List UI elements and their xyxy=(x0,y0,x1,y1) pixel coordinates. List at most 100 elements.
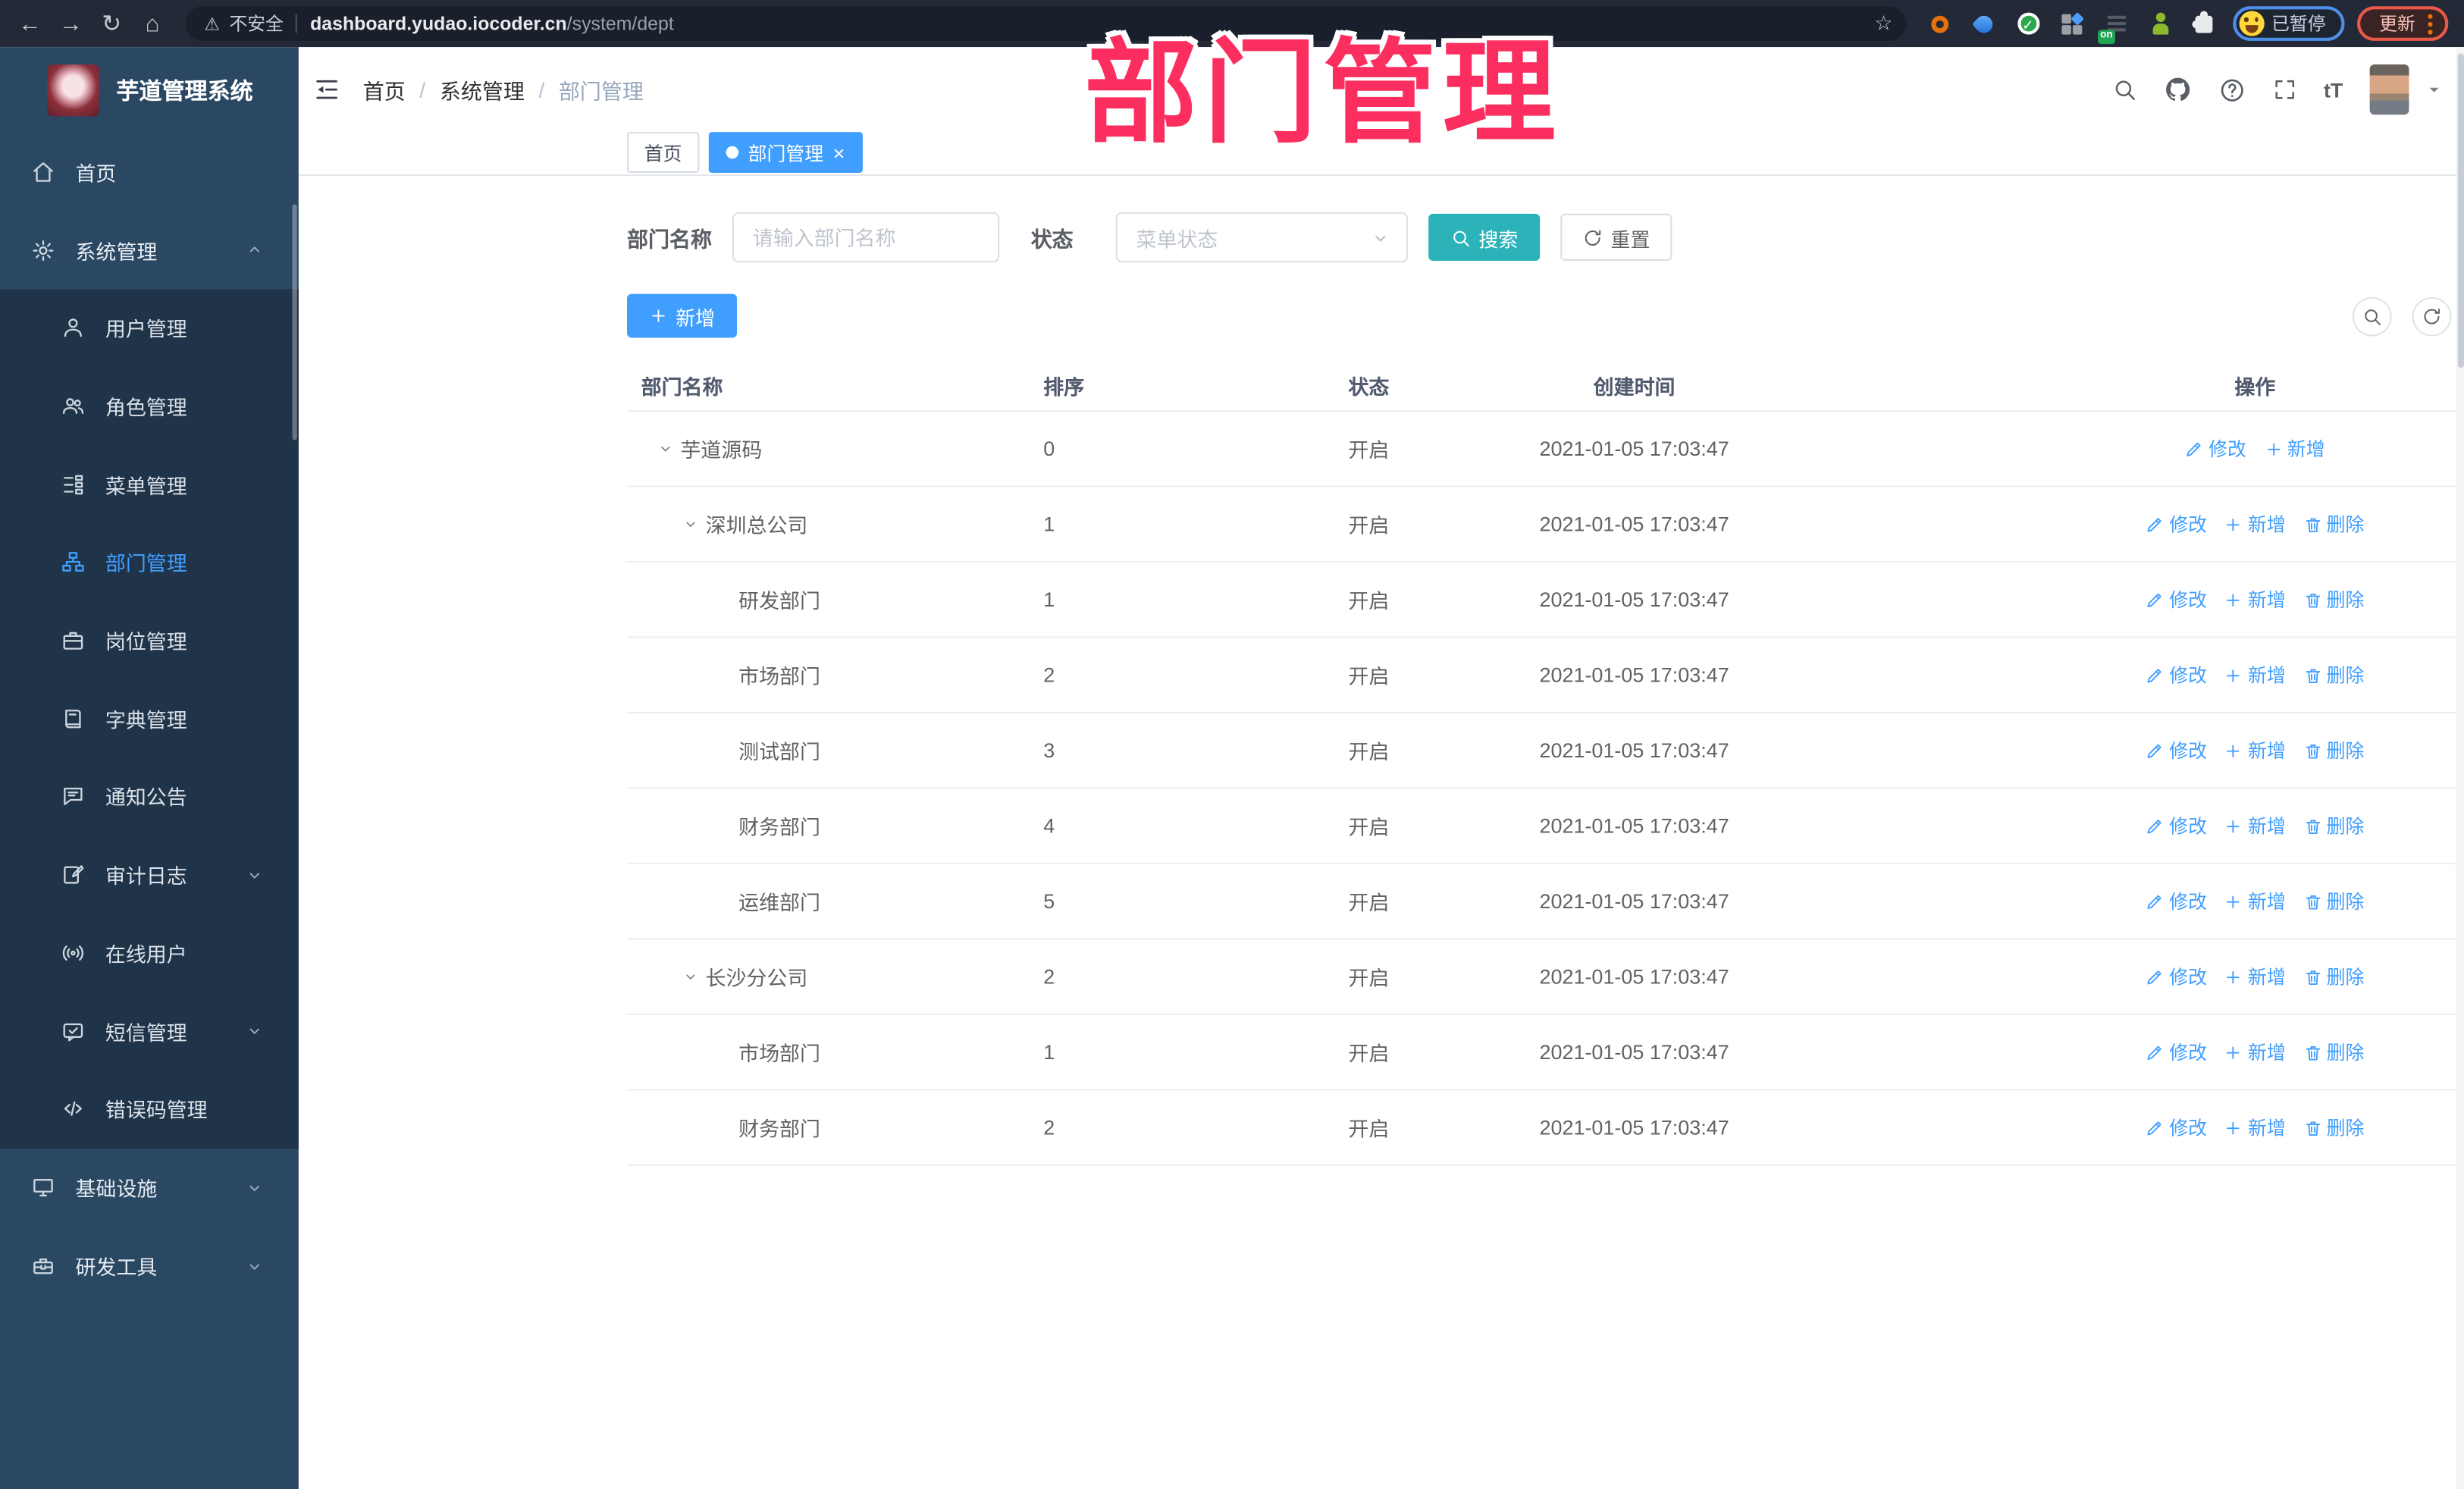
toggle-search-button[interactable] xyxy=(2352,296,2392,336)
app-logo-row[interactable]: 芋道管理系统 xyxy=(0,47,299,132)
extension-check-icon[interactable]: ✓ xyxy=(2012,8,2043,39)
sidebar-item-devtool[interactable]: 研发工具 xyxy=(0,1227,299,1306)
action-delete[interactable]: 删除 xyxy=(2303,586,2364,613)
action-delete[interactable]: 删除 xyxy=(2303,662,2364,688)
main-area: 首页 / 系统管理 / 部门管理 tT 首页 部门管理 × 部门名称 请输入部门… xyxy=(298,47,2464,1489)
kebab-menu-icon[interactable] xyxy=(2428,13,2433,34)
add-button[interactable]: 新增 xyxy=(627,293,738,338)
action-add[interactable]: 新增 xyxy=(2264,435,2325,462)
action-add[interactable]: 新增 xyxy=(2224,586,2286,613)
help-icon[interactable] xyxy=(2218,77,2245,103)
breadcrumb-system[interactable]: 系统管理 xyxy=(440,74,525,105)
breadcrumb-home[interactable]: 首页 xyxy=(363,74,406,105)
page-scrollbar[interactable] xyxy=(2456,47,2464,1489)
tab-home[interactable]: 首页 xyxy=(627,132,700,173)
sidebar-item-user[interactable]: 用户管理 xyxy=(0,289,299,368)
search-button[interactable]: 搜索 xyxy=(1428,213,1541,262)
extensions-puzzle-icon[interactable] xyxy=(2188,8,2219,39)
action-delete[interactable]: 删除 xyxy=(2303,737,2364,763)
sidebar-item-menu[interactable]: 菜单管理 xyxy=(0,445,299,524)
reset-button[interactable]: 重置 xyxy=(1560,213,1672,262)
browser-home-icon[interactable]: ⌂ xyxy=(138,12,166,36)
url-bar[interactable]: ⚠ 不安全 dashboard.yudao.iocoder.cn/system/… xyxy=(185,6,1906,41)
action-add[interactable]: 新增 xyxy=(2224,1039,2286,1065)
sidebar-item-sms[interactable]: 短信管理 xyxy=(0,992,299,1071)
sidebar-item-role[interactable]: 角色管理 xyxy=(0,367,299,446)
dept-name-input[interactable] xyxy=(732,212,1000,263)
status-cell: 开启 xyxy=(1348,966,1390,990)
sidebar-item-notice[interactable]: 通知公告 xyxy=(0,757,299,836)
forward-icon[interactable]: → xyxy=(57,12,85,36)
extension-drop-icon[interactable] xyxy=(1968,8,1999,39)
sidebar-item-infra[interactable]: 基础设施 xyxy=(0,1148,299,1227)
action-edit[interactable]: 修改 xyxy=(2146,737,2207,763)
expand-arrow-icon[interactable] xyxy=(682,968,700,986)
sidebar-item-system[interactable]: 系统管理 xyxy=(0,211,299,290)
reload-icon[interactable]: ↻ xyxy=(98,12,126,36)
extension-grid-icon[interactable] xyxy=(2056,8,2087,39)
close-icon[interactable]: × xyxy=(833,143,845,163)
tab-dept[interactable]: 部门管理 × xyxy=(708,132,863,173)
action-edit[interactable]: 修改 xyxy=(2146,586,2207,613)
extension-list-icon[interactable]: on xyxy=(2097,8,2131,45)
action-delete[interactable]: 删除 xyxy=(2303,888,2364,914)
action-edit[interactable]: 修改 xyxy=(2146,964,2207,990)
fullscreen-icon[interactable] xyxy=(2272,77,2297,102)
actions-cell: 修改 新增 删除 xyxy=(1760,888,2464,914)
expand-arrow-icon[interactable] xyxy=(657,440,674,457)
header-actions: tT xyxy=(2111,64,2445,115)
sidebar-item-dict[interactable]: 字典管理 xyxy=(0,679,299,758)
bookmark-star-icon[interactable]: ☆ xyxy=(1874,11,1892,36)
status-cell: 开启 xyxy=(1348,740,1390,764)
action-add[interactable]: 新增 xyxy=(2224,737,2286,763)
sidebar-item-dept[interactable]: 部门管理 xyxy=(0,523,299,602)
refresh-button[interactable] xyxy=(2412,296,2452,336)
action-add[interactable]: 新增 xyxy=(2224,888,2286,914)
action-delete[interactable]: 删除 xyxy=(2303,964,2364,990)
action-edit[interactable]: 修改 xyxy=(2146,888,2207,914)
sidebar-scrollbar[interactable] xyxy=(292,204,297,440)
action-edit[interactable]: 修改 xyxy=(2185,435,2246,462)
action-delete[interactable]: 删除 xyxy=(2303,1114,2364,1141)
dept-name-cell: 财务部门 xyxy=(738,1117,820,1141)
font-size-icon[interactable]: tT xyxy=(2324,78,2343,102)
action-add[interactable]: 新增 xyxy=(2224,662,2286,688)
status-select[interactable]: 菜单状态 xyxy=(1115,212,1409,263)
sidebar-item-online[interactable]: 在线用户 xyxy=(0,914,299,992)
browser-update-button[interactable]: 更新 xyxy=(2357,6,2449,41)
url-text: dashboard.yudao.iocoder.cn/system/dept xyxy=(310,12,674,35)
breadcrumb-current: 部门管理 xyxy=(558,80,644,104)
action-edit[interactable]: 修改 xyxy=(2146,662,2207,688)
actions-cell: 修改 新增 删除 xyxy=(1760,662,2464,688)
sort-cell: 1 xyxy=(1043,512,1055,536)
chevron-down-icon[interactable] xyxy=(2423,79,2445,101)
action-edit[interactable]: 修改 xyxy=(2146,1114,2207,1141)
sidebar-item-post[interactable]: 岗位管理 xyxy=(0,601,299,680)
action-delete[interactable]: 删除 xyxy=(2303,813,2364,839)
action-delete[interactable]: 删除 xyxy=(2303,511,2364,538)
sidebar-item-audit[interactable]: 审计日志 xyxy=(0,835,299,914)
expand-arrow-icon[interactable] xyxy=(682,516,700,533)
back-icon[interactable]: ← xyxy=(16,12,44,36)
action-add[interactable]: 新增 xyxy=(2224,964,2286,990)
sidebar-item-label: 角色管理 xyxy=(105,396,187,420)
browser-profile-chip[interactable]: 已暂停 xyxy=(2232,6,2345,41)
user-avatar[interactable] xyxy=(2369,64,2409,115)
action-add[interactable]: 新增 xyxy=(2224,813,2286,839)
action-edit[interactable]: 修改 xyxy=(2146,1039,2207,1065)
action-add[interactable]: 新增 xyxy=(2224,511,2286,538)
action-delete[interactable]: 删除 xyxy=(2303,1039,2364,1065)
dept-name-cell: 研发部门 xyxy=(738,589,820,613)
search-icon[interactable] xyxy=(2111,77,2136,102)
extension-orange-icon[interactable] xyxy=(1924,8,1955,39)
sidebar-item-errcode[interactable]: 错误码管理 xyxy=(0,1070,299,1149)
created-cell: 2021-01-05 17:03:47 xyxy=(1539,889,1729,914)
sidebar-item-home[interactable]: 首页 xyxy=(0,132,299,211)
action-edit[interactable]: 修改 xyxy=(2146,813,2207,839)
extension-person-icon[interactable] xyxy=(2144,8,2175,39)
breadcrumb-separator: / xyxy=(538,77,545,102)
sidebar-fold-icon[interactable] xyxy=(312,75,340,103)
github-icon[interactable] xyxy=(2164,75,2192,103)
action-edit[interactable]: 修改 xyxy=(2146,511,2207,538)
action-add[interactable]: 新增 xyxy=(2224,1114,2286,1141)
